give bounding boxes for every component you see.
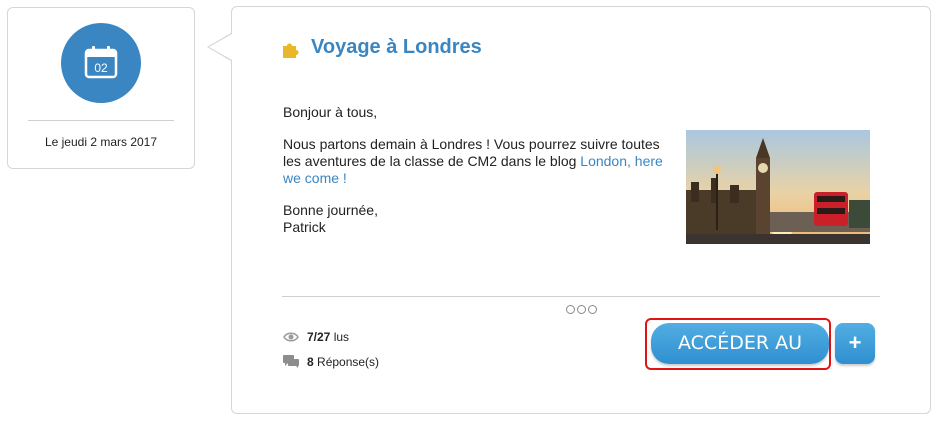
reads-label: lus <box>330 330 350 344</box>
replies-count: 8 <box>307 355 314 369</box>
more-options-icon[interactable] <box>566 303 599 317</box>
access-tracking-button[interactable]: ACCÉDER AU SUIVI <box>651 323 829 395</box>
puzzle-icon <box>283 43 299 58</box>
closing-line-1: Bonne journée, <box>283 202 378 218</box>
post-title: Voyage à Londres <box>311 36 482 58</box>
footer-divider <box>282 296 880 297</box>
card-pointer-fill <box>209 34 232 60</box>
replies-label: Réponse(s) <box>313 355 380 369</box>
post-date: Le jeudi 2 mars 2017 <box>44 135 158 149</box>
date-card: 02 Le jeudi 2 mars 2017 <box>7 7 195 169</box>
closing: Bonne journée, Patrick <box>283 202 673 236</box>
reads-count: 7/27 <box>307 330 331 344</box>
greeting-text: Bonjour à tous, <box>283 104 378 120</box>
post-body: Bonjour à tous, Nous partons demain à Lo… <box>283 104 673 251</box>
calendar-day-number: 02 <box>94 61 108 75</box>
comments-icon <box>283 355 299 368</box>
date-badge: 02 <box>61 23 141 103</box>
divider <box>28 120 174 121</box>
main-paragraph: Nous partons demain à Londres ! Vous pou… <box>283 136 668 187</box>
plus-button[interactable]: + <box>835 323 875 364</box>
reads-stat: 7/27 lus <box>283 330 349 344</box>
london-photo[interactable] <box>686 130 870 244</box>
replies-stat: 8 Réponse(s) <box>283 355 379 369</box>
eye-icon <box>283 332 299 342</box>
signature: Patrick <box>283 219 326 235</box>
calendar-icon: 02 <box>84 46 118 79</box>
